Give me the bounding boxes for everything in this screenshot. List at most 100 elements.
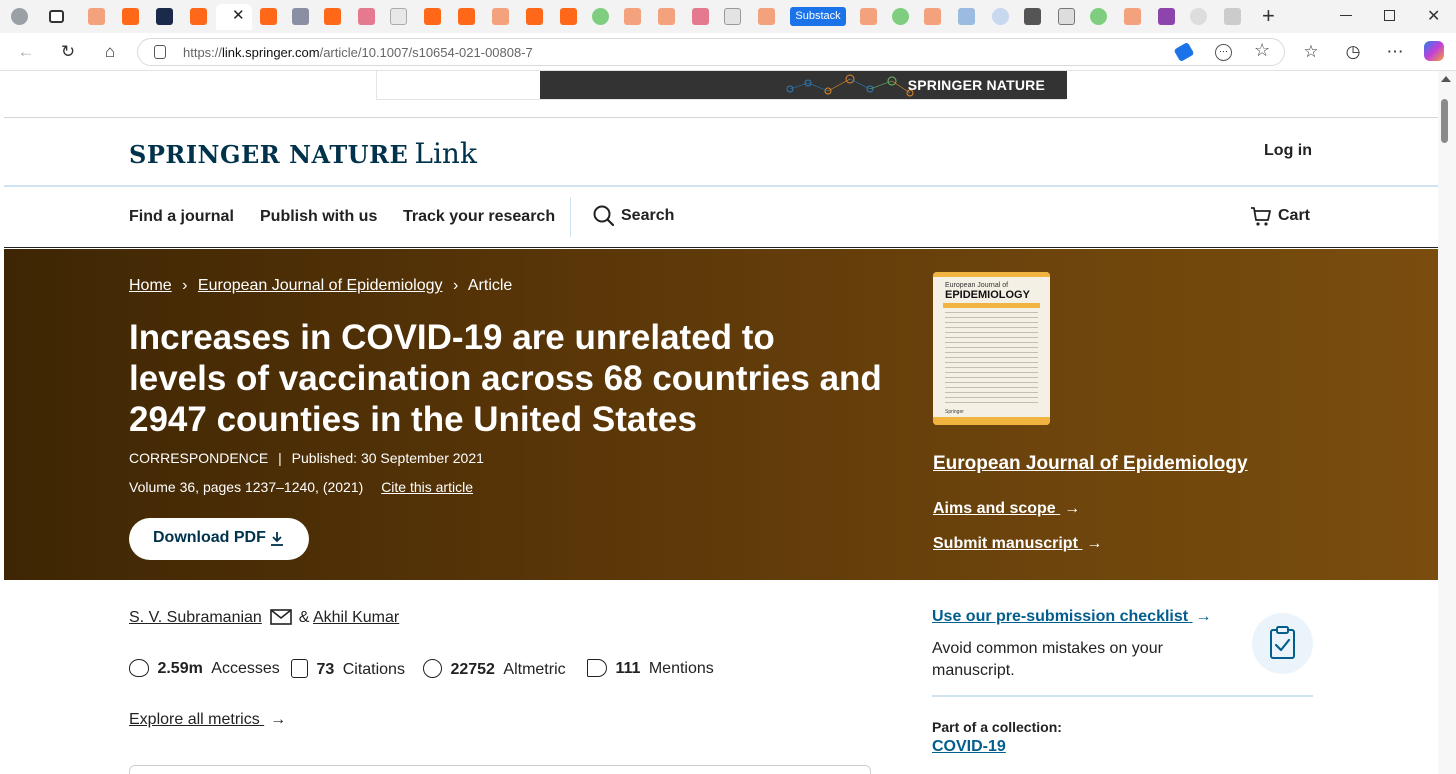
- citations-value: 73: [316, 661, 335, 678]
- checklist-link[interactable]: Use our pre-submission checklist →: [932, 608, 1212, 626]
- tab-close-icon[interactable]: ✕: [232, 6, 245, 24]
- tab-favicon[interactable]: [1224, 8, 1241, 25]
- price-tag-icon[interactable]: [1173, 41, 1195, 63]
- journal-name-link[interactable]: European Journal of Epidemiology: [933, 453, 1248, 475]
- tab-favicon[interactable]: [390, 8, 407, 25]
- favorite-star-icon[interactable]: ☆: [1254, 40, 1270, 61]
- checklist-link-label: Use our pre-submission checklist: [932, 608, 1189, 625]
- tab-favicon[interactable]: [658, 8, 675, 25]
- tab-favicon[interactable]: [1058, 8, 1075, 25]
- tab-favicon[interactable]: [592, 8, 609, 25]
- email-icon[interactable]: [270, 609, 293, 625]
- site-info-icon[interactable]: [154, 45, 166, 59]
- track-research-link[interactable]: Track your research: [403, 208, 555, 226]
- page-scrollbar[interactable]: [1438, 71, 1456, 774]
- tab-favicon[interactable]: [624, 8, 641, 25]
- tab-favicon[interactable]: [358, 8, 375, 25]
- home-icon[interactable]: ⌂: [98, 40, 122, 64]
- tab-actions-icon[interactable]: [49, 10, 64, 23]
- arrow-right-icon: →: [1086, 535, 1103, 552]
- tab-favicon[interactable]: [492, 8, 509, 25]
- search-label: Search: [621, 207, 675, 224]
- scroll-up-icon[interactable]: [1441, 76, 1451, 82]
- tab-favicon[interactable]: [122, 8, 139, 25]
- eye-icon: [129, 659, 149, 677]
- tab-favicon[interactable]: [1024, 8, 1041, 25]
- copilot-icon[interactable]: [1424, 41, 1444, 61]
- reading-mode-icon[interactable]: ···: [1215, 44, 1232, 61]
- tab-favicon[interactable]: [1158, 8, 1175, 25]
- aims-scope-link[interactable]: Aims and scope →: [933, 500, 1080, 518]
- explore-metrics-link[interactable]: Explore all metrics →: [129, 711, 286, 729]
- tab-favicon[interactable]: [924, 8, 941, 25]
- tab-favicon[interactable]: [424, 8, 441, 25]
- scroll-thumb[interactable]: [1441, 99, 1448, 143]
- address-bar[interactable]: https://link.springer.com/article/10.100…: [137, 38, 1285, 66]
- profile-avatar-icon[interactable]: [11, 8, 28, 25]
- back-icon[interactable]: ←: [14, 40, 38, 64]
- search-button[interactable]: Search: [593, 205, 674, 227]
- search-icon: [593, 205, 615, 227]
- tab-favicon[interactable]: [892, 8, 909, 25]
- tab-favicon[interactable]: [88, 8, 105, 25]
- tab-favicon[interactable]: [190, 8, 207, 25]
- tab-favicon[interactable]: [724, 8, 741, 25]
- cart-button[interactable]: Cart: [1250, 205, 1310, 227]
- history-icon[interactable]: ◷: [1341, 40, 1365, 64]
- more-menu-icon[interactable]: ⋯: [1383, 40, 1407, 64]
- tab-favicon[interactable]: [992, 8, 1009, 25]
- reload-icon[interactable]: ↻: [56, 40, 80, 64]
- sub-navigation: Find a journal Publish with us Track you…: [4, 187, 1438, 248]
- tab-favicon[interactable]: [156, 8, 173, 25]
- favorites-icon[interactable]: ☆: [1299, 40, 1323, 64]
- ad-banner[interactable]: SPRINGER NATURE: [540, 71, 1067, 99]
- download-pdf-button[interactable]: Download PDF: [129, 518, 309, 560]
- tab-favicon[interactable]: [1124, 8, 1141, 25]
- breadcrumb-home[interactable]: Home: [129, 277, 172, 294]
- author-link[interactable]: S. V. Subramanian: [129, 609, 262, 626]
- tab-favicon[interactable]: [292, 8, 309, 25]
- cover-bottom-band: [933, 417, 1050, 425]
- author-link[interactable]: Akhil Kumar: [313, 609, 399, 626]
- journal-cover-image[interactable]: European Journal of EPIDEMIOLOGY Springe…: [933, 272, 1050, 425]
- tab-favicon[interactable]: [260, 8, 277, 25]
- breadcrumb-journal[interactable]: European Journal of Epidemiology: [198, 277, 443, 294]
- tab-favicon[interactable]: [560, 8, 577, 25]
- close-window-icon[interactable]: ✕: [1427, 6, 1440, 26]
- tab-favicon[interactable]: [1090, 8, 1107, 25]
- cover-big-title: EPIDEMIOLOGY: [945, 289, 1030, 301]
- login-link[interactable]: Log in: [1264, 142, 1312, 160]
- tab-favicon[interactable]: [458, 8, 475, 25]
- submit-manuscript-link[interactable]: Submit manuscript →: [933, 535, 1102, 553]
- cite-article-link[interactable]: Cite this article: [381, 479, 473, 495]
- tab-favicon[interactable]: [860, 8, 877, 25]
- collection-link[interactable]: COVID-19: [932, 738, 1006, 756]
- new-tab-icon[interactable]: +: [1262, 3, 1275, 29]
- tab-favicon[interactable]: [958, 8, 975, 25]
- maximize-icon[interactable]: [1384, 10, 1395, 21]
- tab-favicon[interactable]: [324, 8, 341, 25]
- find-journal-link[interactable]: Find a journal: [129, 208, 234, 226]
- accesses-value: 2.59m: [157, 660, 203, 677]
- article-volume: Volume 36, pages 1237–1240, (2021): [129, 479, 364, 495]
- tab-favicon[interactable]: [1190, 8, 1207, 25]
- tab-favicon[interactable]: [526, 8, 543, 25]
- brand-sub: Link: [414, 137, 477, 170]
- tab-favicon[interactable]: [692, 8, 709, 25]
- url-text[interactable]: https://link.springer.com/article/10.100…: [183, 45, 533, 60]
- title-line: Increases in COVID-19 are unrelated to: [129, 318, 775, 357]
- tab-favicon[interactable]: [758, 8, 775, 25]
- publish-with-us-link[interactable]: Publish with us: [260, 208, 377, 226]
- site-logo[interactable]: SPRINGER NATURE Link: [129, 137, 477, 170]
- arrow-right-icon: →: [1064, 500, 1081, 517]
- article-title: Increases in COVID-19 are unrelated to l…: [129, 317, 889, 440]
- cart-icon: [1251, 207, 1271, 226]
- author-separator: &: [298, 609, 310, 626]
- substack-tab[interactable]: Substack: [790, 7, 846, 26]
- citation-icon: [291, 659, 308, 678]
- article-type: CORRESPONDENCE: [129, 450, 269, 466]
- url-path: /article/10.1007/s10654-021-00808-7: [319, 45, 533, 60]
- sidebar-divider: [932, 695, 1313, 697]
- aims-scope-label: Aims and scope: [933, 500, 1056, 517]
- minimize-icon[interactable]: [1340, 15, 1352, 16]
